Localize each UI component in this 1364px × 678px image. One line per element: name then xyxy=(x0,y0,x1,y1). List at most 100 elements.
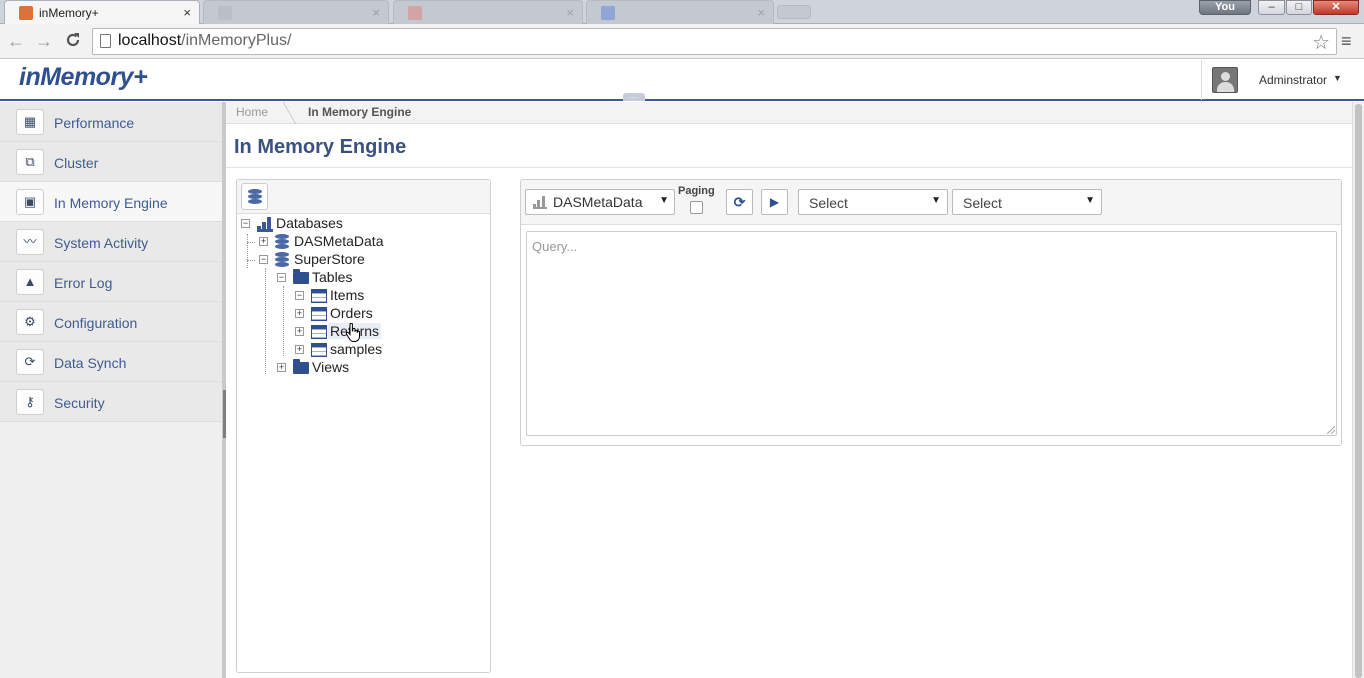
sidebar-item-label: Error Log xyxy=(54,275,113,291)
expand-toggle-icon[interactable]: + xyxy=(295,309,304,318)
gear-icon: ⚙ xyxy=(16,309,44,335)
sidebar-item-system-activity[interactable]: 〰 System Activity xyxy=(0,222,222,262)
address-bar[interactable]: localhost/inMemoryPlus/ ☆ xyxy=(92,28,1337,55)
collapse-toggle-icon[interactable]: − xyxy=(241,219,250,228)
browser-tab-3[interactable]: × xyxy=(393,0,583,24)
tab-favicon-icon xyxy=(218,6,232,20)
run-query-button[interactable]: ▶ xyxy=(761,189,788,215)
minimize-button[interactable]: – xyxy=(1258,0,1285,15)
url-text[interactable]: localhost/inMemoryPlus/ xyxy=(118,32,291,50)
query-placeholder: Query... xyxy=(532,239,578,254)
header-collapse-handle[interactable]: .... xyxy=(623,92,645,101)
tree-label: Views xyxy=(312,359,350,375)
reload-icon[interactable] xyxy=(64,31,82,53)
sidebar-item-label: In Memory Engine xyxy=(54,195,168,211)
app-favicon-icon xyxy=(19,6,33,20)
select-value: Select xyxy=(809,195,848,211)
collapse-toggle-icon[interactable]: − xyxy=(277,273,286,282)
resize-grip-icon[interactable] xyxy=(1327,426,1335,434)
header-divider xyxy=(1201,60,1202,100)
browser-toolbar: ← → localhost/inMemoryPlus/ ☆ ≡ xyxy=(0,24,1364,59)
browser-tab-2[interactable]: × xyxy=(203,0,389,24)
play-icon: ▶ xyxy=(769,195,780,209)
database-select[interactable]: DASMetaData ▼ xyxy=(525,189,675,215)
tree-label: Databases xyxy=(276,215,343,231)
user-menu-caret-icon[interactable]: ▼ xyxy=(1333,73,1342,83)
select-dropdown-1[interactable]: Select ▼ xyxy=(798,189,948,215)
expand-toggle-icon[interactable]: + xyxy=(295,345,304,354)
sidebar: ▦ Performance ⧉ Cluster ▣ In Memory Engine 〰 Sy… xyxy=(0,102,222,678)
database-select-value: DASMetaData xyxy=(553,194,643,210)
query-textarea[interactable]: Query... xyxy=(526,231,1337,436)
tab-close-icon[interactable]: × xyxy=(757,1,765,25)
query-panel: DASMetaData ▼ Paging ⟳ ▶ Select ▼ Select… xyxy=(520,179,1342,446)
table-icon xyxy=(311,325,327,339)
memory-chip-icon: ▣ xyxy=(16,189,44,215)
sidebar-item-performance[interactable]: ▦ Performance xyxy=(0,102,222,142)
forward-arrow-icon[interactable]: → xyxy=(35,31,53,51)
refresh-button[interactable]: ⟳ xyxy=(726,189,753,215)
tree-line xyxy=(247,260,255,261)
tab-close-icon[interactable]: × xyxy=(183,1,191,25)
main-scrollbar[interactable] xyxy=(1352,102,1364,678)
sidebar-item-label: Configuration xyxy=(54,315,138,331)
add-database-button[interactable] xyxy=(241,183,268,210)
tree-label: samples xyxy=(330,341,383,357)
breadcrumb-current: In Memory Engine xyxy=(308,105,412,119)
profile-button[interactable]: You xyxy=(1199,0,1251,15)
database-server-icon xyxy=(257,216,273,232)
table-icon xyxy=(311,307,327,321)
dropdown-arrow-icon: ▼ xyxy=(931,195,941,206)
tree-label: SuperStore xyxy=(294,251,365,267)
tree-label: Items xyxy=(330,287,365,303)
new-tab-button[interactable] xyxy=(777,5,811,19)
select-dropdown-2[interactable]: Select ▼ xyxy=(952,189,1102,215)
tab-favicon-icon xyxy=(408,6,422,20)
browser-tab-4[interactable]: × xyxy=(586,0,774,24)
tree-line xyxy=(283,286,284,356)
expand-toggle-icon[interactable]: + xyxy=(259,237,268,246)
collapse-toggle-icon[interactable]: − xyxy=(295,291,304,300)
activity-icon: 〰 xyxy=(16,229,44,255)
close-window-button[interactable]: ✕ xyxy=(1313,0,1359,15)
paging-checkbox[interactable] xyxy=(690,201,703,214)
sidebar-item-error-log[interactable]: ▲ Error Log xyxy=(0,262,222,302)
user-menu[interactable]: Adminstrator xyxy=(1259,73,1327,87)
browser-tab-active[interactable]: inMemory+ × xyxy=(4,0,200,24)
tab-close-icon[interactable]: × xyxy=(566,1,574,25)
url-host: localhost xyxy=(118,32,182,49)
paging-label: Paging xyxy=(678,185,715,197)
breadcrumb-separator xyxy=(271,102,297,124)
table-icon xyxy=(311,289,327,303)
sidebar-splitter[interactable] xyxy=(222,102,226,678)
bookmark-star-icon[interactable]: ☆ xyxy=(1312,30,1330,55)
tab-close-icon[interactable]: × xyxy=(372,1,380,25)
maximize-button[interactable]: □ xyxy=(1286,0,1312,15)
scrollbar-thumb[interactable] xyxy=(1355,104,1362,678)
sidebar-item-security[interactable]: ⚷ Security xyxy=(0,382,222,422)
tree-line xyxy=(265,268,266,374)
expand-toggle-icon[interactable]: + xyxy=(277,363,286,372)
query-toolbar: DASMetaData ▼ Paging ⟳ ▶ Select ▼ Select… xyxy=(521,180,1341,225)
refresh-icon: ⟳ xyxy=(733,194,746,210)
performance-icon: ▦ xyxy=(16,109,44,135)
folder-icon xyxy=(293,269,309,284)
back-arrow-icon[interactable]: ← xyxy=(7,31,25,51)
sidebar-item-in-memory-engine[interactable]: ▣ In Memory Engine xyxy=(0,182,222,222)
browser-menu-icon[interactable]: ≡ xyxy=(1341,31,1352,52)
database-icon xyxy=(275,234,289,250)
collapse-toggle-icon[interactable]: − xyxy=(259,255,268,264)
app-logo[interactable]: inMemory+ xyxy=(19,63,148,92)
browser-tabstrip: inMemory+ × × × × You – □ ✕ xyxy=(0,0,1364,24)
breadcrumb-home[interactable]: Home xyxy=(236,105,268,119)
page-title: In Memory Engine xyxy=(234,136,407,158)
sync-icon: ⟳ xyxy=(16,349,44,375)
database-server-icon xyxy=(533,196,547,209)
user-avatar[interactable] xyxy=(1212,67,1238,93)
sidebar-item-cluster[interactable]: ⧉ Cluster xyxy=(0,142,222,182)
sidebar-item-configuration[interactable]: ⚙ Configuration xyxy=(0,302,222,342)
sidebar-item-data-synch[interactable]: ⟳ Data Synch xyxy=(0,342,222,382)
sidebar-item-label: System Activity xyxy=(54,235,149,251)
tree-line xyxy=(247,242,255,243)
expand-toggle-icon[interactable]: + xyxy=(295,327,304,336)
